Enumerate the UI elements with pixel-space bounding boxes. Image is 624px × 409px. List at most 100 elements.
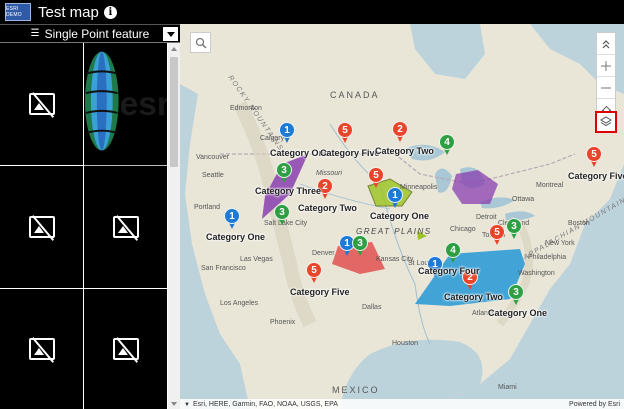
chevron-down-icon[interactable]: [163, 27, 178, 41]
marker-number: 5: [586, 146, 602, 162]
gallery-item[interactable]: esri: [84, 43, 168, 166]
broken-image-icon: [112, 216, 139, 238]
marker-number: 1: [387, 187, 403, 203]
category-label: Category One: [488, 308, 548, 318]
city-label: Washington: [518, 270, 555, 277]
marker-number: 5: [368, 167, 384, 183]
city-label: Edmonton: [230, 105, 262, 112]
map-marker-orange[interactable]: 5: [337, 122, 353, 144]
map-marker-orange[interactable]: 2: [392, 121, 408, 143]
zoom-out-button[interactable]: [597, 77, 615, 99]
marker-number: 5: [306, 262, 322, 278]
city-label: Ottawa: [512, 196, 535, 203]
city-label: Portland: [194, 204, 221, 211]
layers-icon: [600, 116, 612, 127]
map-marker-orange[interactable]: 5: [489, 224, 505, 246]
gallery-item[interactable]: [0, 43, 84, 166]
marker-number: 2: [392, 121, 408, 137]
gallery-item[interactable]: [0, 289, 84, 409]
city-label: Los Angeles: [220, 300, 259, 307]
marker-number: 3: [274, 204, 290, 220]
gallery-item[interactable]: [0, 166, 84, 289]
map-marker-green[interactable]: 3: [506, 218, 522, 240]
city-label: Chicago: [450, 226, 476, 233]
layer-list-button[interactable]: [595, 111, 617, 133]
info-icon[interactable]: i: [103, 5, 117, 19]
map-marker-green[interactable]: 3: [352, 235, 368, 257]
image-gallery: esri: [0, 43, 168, 409]
collapse-button[interactable]: [597, 33, 615, 55]
category-label: Category Five: [568, 171, 624, 181]
powered-by-text[interactable]: Powered by Esri: [569, 401, 620, 408]
city-label: Vancouver: [196, 154, 229, 161]
city-label: Detroit: [476, 214, 497, 221]
map-marker-green[interactable]: 3: [508, 284, 524, 306]
map-nav-controls: [596, 32, 616, 122]
city-label: Dallas: [362, 304, 382, 311]
marker-number: 3: [508, 284, 524, 300]
broken-image-icon: [28, 338, 55, 360]
category-label: Category Two: [444, 292, 503, 302]
category-label: Category Five: [290, 287, 350, 297]
zoom-in-button[interactable]: [597, 55, 615, 77]
category-label: Category One: [370, 211, 430, 221]
country-label: MEXICO: [332, 385, 380, 395]
minus-icon: [601, 87, 611, 88]
city-label: Montreal: [536, 182, 564, 189]
map-view[interactable]: CANADA MEXICO GREAT PLAINS ROCKY MOUNTAI…: [180, 24, 624, 409]
scroll-up-icon[interactable]: [171, 47, 177, 51]
country-label: CANADA: [330, 90, 380, 100]
map-search-button[interactable]: [190, 32, 211, 53]
gallery-item[interactable]: [84, 289, 168, 409]
layers-icon: ☰: [30, 28, 40, 39]
city-label: Las Vegas: [240, 256, 273, 263]
city-label: Houston: [392, 340, 419, 347]
city-label: New York: [545, 240, 575, 247]
city-label: Kansas City: [376, 256, 414, 263]
scroll-down-icon[interactable]: [171, 402, 177, 406]
river-label: Missouri: [316, 170, 343, 177]
category-label: Category Three: [255, 186, 322, 196]
double-chevron-up-icon: [602, 39, 610, 48]
broken-image-icon: [28, 216, 55, 238]
left-panel: ☰ Single Point feature esri: [0, 24, 180, 409]
layer-selector-label: Single Point feature: [44, 26, 150, 41]
gallery-scrollbar[interactable]: [168, 43, 180, 409]
caret-down-icon[interactable]: ▼: [184, 402, 190, 408]
layer-selector[interactable]: ☰ Single Point feature: [0, 25, 180, 43]
map-marker-blue[interactable]: 1: [224, 208, 240, 230]
city-label: Denver: [312, 250, 335, 257]
app-title: Test map: [38, 3, 99, 21]
title-bar: ESRI DEMO Test map i: [0, 0, 624, 24]
category-label: Category Two: [375, 146, 434, 156]
map-marker-green[interactable]: 3: [274, 204, 290, 226]
category-label: Category Two: [298, 203, 357, 213]
gallery-item[interactable]: [84, 166, 168, 289]
map-marker-green[interactable]: 3: [276, 162, 292, 184]
marker-number: 3: [506, 218, 522, 234]
map-marker-blue[interactable]: 1: [387, 187, 403, 209]
marker-number: 1: [279, 122, 295, 138]
broken-image-icon: [28, 93, 55, 115]
city-label: Minneapolis: [400, 184, 438, 191]
city-label: Philadelphia: [528, 254, 567, 261]
category-label: Category Four: [418, 266, 480, 276]
city-label: Miami: [498, 384, 517, 391]
marker-number: 4: [439, 134, 455, 150]
search-icon: [195, 37, 207, 49]
city-label: Phoenix: [270, 319, 296, 326]
marker-number: 1: [224, 208, 240, 224]
map-marker-green[interactable]: 4: [439, 134, 455, 156]
city-label: Seattle: [202, 172, 224, 179]
map-marker-green[interactable]: 4: [445, 242, 461, 264]
scroll-thumb[interactable]: [170, 57, 178, 167]
marker-number: 4: [445, 242, 461, 258]
map-marker-orange[interactable]: 5: [306, 262, 322, 284]
map-marker-orange[interactable]: 5: [586, 146, 602, 168]
city-label: Boston: [568, 220, 590, 227]
app-logo: ESRI DEMO: [5, 3, 31, 21]
marker-number: 5: [489, 224, 505, 240]
map-marker-orange[interactable]: 5: [368, 167, 384, 189]
map-marker-blue[interactable]: 1: [279, 122, 295, 144]
category-label: Category One: [206, 232, 266, 242]
